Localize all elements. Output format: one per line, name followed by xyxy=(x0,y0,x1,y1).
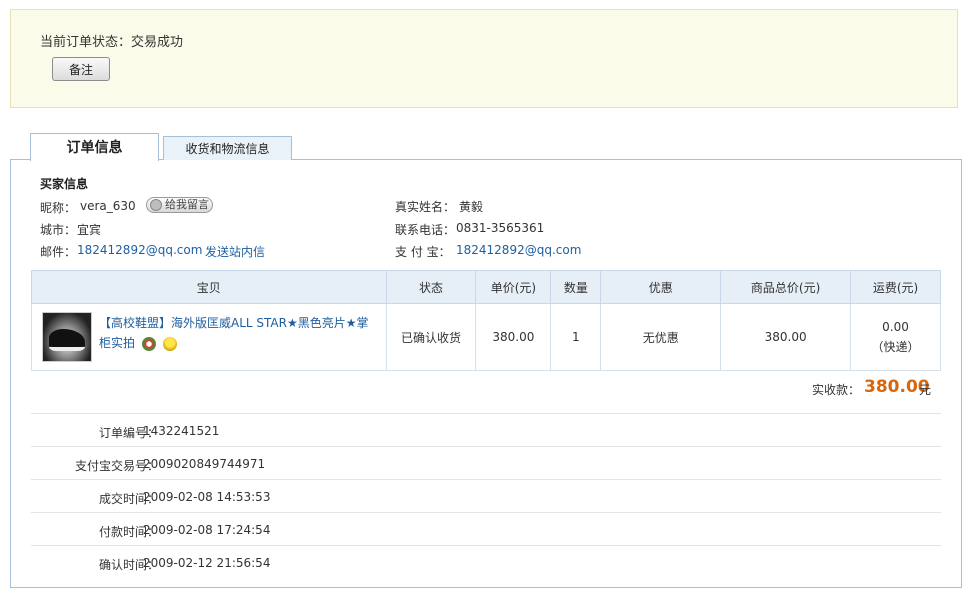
realname-label: 真实姓名： xyxy=(395,200,456,214)
tab-order-info[interactable]: 订单信息 xyxy=(30,133,159,161)
product-title: 【高校鞋盟】海外版匡威ALL STAR★黑色亮片★掌柜实拍 xyxy=(99,313,377,353)
detail-value: 2009020849744971 xyxy=(143,457,266,471)
unit-price: 380.00 xyxy=(475,303,552,371)
table-header-row: 宝贝 状态 单价(元) 数量 优惠 商品总价(元) 运费(元) xyxy=(31,270,941,304)
column-header-quantity: 数量 xyxy=(550,270,602,304)
nickname-value: vera_630 xyxy=(80,199,136,213)
note-button[interactable]: 备注 xyxy=(52,57,110,81)
leave-message-button[interactable]: 给我留言 xyxy=(146,197,213,213)
phone-value: 0831-3565361 xyxy=(456,221,545,235)
detail-row-payment-time: 付款时间： 2009-02-08 17:24:54 xyxy=(31,512,941,546)
city-label: 城市： xyxy=(40,223,77,237)
column-header-product: 宝贝 xyxy=(31,270,387,304)
order-status: 当前订单状态：交易成功 xyxy=(40,31,183,50)
column-header-total: 商品总价(元) xyxy=(720,270,852,304)
shipping-method: （快递） xyxy=(871,339,920,354)
detail-row-confirm-time: 确认时间： 2009-02-12 21:56:54 xyxy=(31,545,941,579)
email-link[interactable]: 182412892@qq.com xyxy=(77,243,202,257)
column-header-discount: 优惠 xyxy=(600,270,722,304)
order-status-panel: 当前订单状态：交易成功 备注 xyxy=(10,9,958,108)
product-link[interactable]: 【高校鞋盟】海外版匡威ALL STAR★黑色亮片★掌柜实拍 xyxy=(99,316,368,350)
tab-shipping-info[interactable]: 收货和物流信息 xyxy=(163,136,292,160)
lightbulb-badge-icon[interactable] xyxy=(162,336,177,351)
item-status: 已确认收货 xyxy=(385,303,477,371)
sneaker-image xyxy=(49,329,85,351)
item-total-price: 380.00 xyxy=(720,303,852,371)
city-value: 宜宾 xyxy=(77,223,102,237)
order-status-value: 交易成功 xyxy=(131,35,184,50)
detail-row-alipay-trade-number: 支付宝交易号： 2009020849744971 xyxy=(31,446,941,480)
column-header-shipping: 运费(元) xyxy=(850,270,941,304)
product-thumbnail[interactable] xyxy=(42,312,92,362)
send-site-message-link[interactable]: 发送站内信 xyxy=(205,243,265,260)
detail-row-deal-time: 成交时间： 2009-02-08 14:53:53 xyxy=(31,479,941,513)
alipay-account-link[interactable]: 182412892@qq.com xyxy=(456,243,581,257)
detail-value: 2009-02-08 17:24:54 xyxy=(143,523,271,537)
order-status-label: 当前订单状态： xyxy=(40,35,132,50)
shipping-cell: 0.00 （快递） xyxy=(850,303,941,371)
buyer-info-title: 买家信息 xyxy=(40,177,89,191)
detail-value: 1432241521 xyxy=(143,424,220,438)
actual-payment-label: 实收款： xyxy=(812,383,861,397)
email-label: 邮件： xyxy=(40,245,77,259)
column-header-status: 状态 xyxy=(385,270,477,304)
nickname-label: 昵称： xyxy=(40,201,77,215)
phone-label: 联系电话： xyxy=(395,223,456,237)
detail-row-order-number: 订单编号： 1432241521 xyxy=(31,413,941,447)
guarantee-badge-icon[interactable] xyxy=(141,336,156,351)
shipping-fee: 0.00 xyxy=(882,319,909,334)
actual-payment-unit: 元 xyxy=(919,383,932,397)
detail-value: 2009-02-08 14:53:53 xyxy=(143,490,271,504)
column-header-unit-price: 单价(元) xyxy=(475,270,552,304)
detail-value: 2009-02-12 21:56:54 xyxy=(143,556,271,570)
chat-bubble-icon xyxy=(150,199,162,211)
realname-value: 黄毅 xyxy=(459,200,484,214)
quantity: 1 xyxy=(550,303,602,371)
alipay-label: 支 付 宝： xyxy=(395,245,451,259)
leave-message-label: 给我留言 xyxy=(165,198,209,211)
discount: 无优惠 xyxy=(600,303,722,371)
